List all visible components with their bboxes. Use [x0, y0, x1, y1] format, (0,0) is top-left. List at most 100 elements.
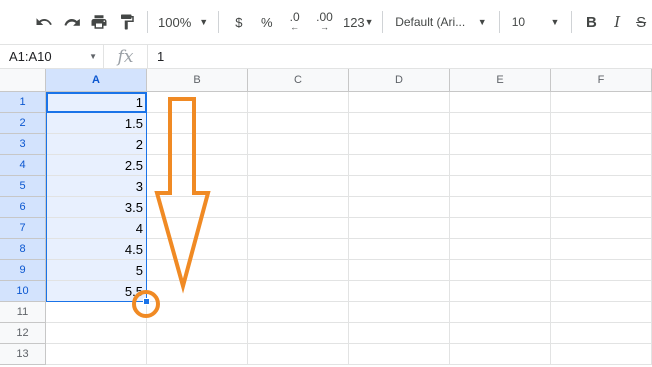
column-header-a[interactable]: A [46, 69, 147, 92]
cell-d2[interactable] [349, 113, 450, 134]
cell-e5[interactable] [450, 176, 551, 197]
decrease-decimal-button[interactable]: .0 ← [281, 8, 309, 36]
font-size-select[interactable]: 10 ▼ [506, 8, 566, 36]
select-all-corner[interactable] [0, 69, 46, 92]
cell-e11[interactable] [450, 302, 551, 323]
cell-f1[interactable] [551, 92, 652, 113]
column-header-f[interactable]: F [551, 69, 652, 92]
cell-e2[interactable] [450, 113, 551, 134]
cell-a13[interactable] [46, 344, 147, 365]
cell-b1[interactable] [147, 92, 248, 113]
row-header-7[interactable]: 7 [0, 218, 46, 239]
cell-a6[interactable]: 3.5 [46, 197, 147, 218]
row-header-1[interactable]: 1 [0, 92, 46, 113]
redo-button[interactable] [58, 8, 86, 36]
cell-d10[interactable] [349, 281, 450, 302]
name-box[interactable]: A1:A10 ▼ [0, 44, 104, 69]
cell-c12[interactable] [248, 323, 349, 344]
cell-e8[interactable] [450, 239, 551, 260]
cell-f7[interactable] [551, 218, 652, 239]
cell-f2[interactable] [551, 113, 652, 134]
column-header-b[interactable]: B [147, 69, 248, 92]
cell-f10[interactable] [551, 281, 652, 302]
cell-b7[interactable] [147, 218, 248, 239]
font-family-select[interactable]: Default (Ari... ▼ [389, 8, 493, 36]
cell-c2[interactable] [248, 113, 349, 134]
column-header-c[interactable]: C [248, 69, 349, 92]
row-header-9[interactable]: 9 [0, 260, 46, 281]
column-header-d[interactable]: D [349, 69, 450, 92]
cell-f5[interactable] [551, 176, 652, 197]
cell-e3[interactable] [450, 134, 551, 155]
cell-c6[interactable] [248, 197, 349, 218]
row-header-13[interactable]: 13 [0, 344, 46, 365]
cell-a12[interactable] [46, 323, 147, 344]
cell-a10[interactable]: 5.5 [46, 281, 147, 302]
bold-button[interactable]: B [578, 8, 604, 36]
cell-d6[interactable] [349, 197, 450, 218]
cell-c5[interactable] [248, 176, 349, 197]
currency-format-button[interactable]: $ [225, 8, 253, 36]
cell-d12[interactable] [349, 323, 450, 344]
cell-c13[interactable] [248, 344, 349, 365]
cell-d13[interactable] [349, 344, 450, 365]
cell-f6[interactable] [551, 197, 652, 218]
cell-b12[interactable] [147, 323, 248, 344]
cell-c10[interactable] [248, 281, 349, 302]
cell-f3[interactable] [551, 134, 652, 155]
cell-a8[interactable]: 4.5 [46, 239, 147, 260]
increase-decimal-button[interactable]: .00 → [309, 8, 341, 36]
cell-c8[interactable] [248, 239, 349, 260]
cell-b6[interactable] [147, 197, 248, 218]
cell-a7[interactable]: 4 [46, 218, 147, 239]
italic-button[interactable]: I [604, 8, 630, 36]
cell-e10[interactable] [450, 281, 551, 302]
row-header-2[interactable]: 2 [0, 113, 46, 134]
zoom-select[interactable]: 100% ▼ [154, 8, 212, 36]
row-header-12[interactable]: 12 [0, 323, 46, 344]
row-header-5[interactable]: 5 [0, 176, 46, 197]
row-header-3[interactable]: 3 [0, 134, 46, 155]
cell-f4[interactable] [551, 155, 652, 176]
cell-b4[interactable] [147, 155, 248, 176]
cell-b8[interactable] [147, 239, 248, 260]
row-header-8[interactable]: 8 [0, 239, 46, 260]
print-button[interactable] [86, 8, 114, 36]
undo-button[interactable] [30, 8, 58, 36]
paint-format-button[interactable] [113, 8, 141, 36]
column-header-e[interactable]: E [450, 69, 551, 92]
row-header-6[interactable]: 6 [0, 197, 46, 218]
fill-handle[interactable] [143, 298, 150, 305]
cell-e12[interactable] [450, 323, 551, 344]
cell-c4[interactable] [248, 155, 349, 176]
cell-e9[interactable] [450, 260, 551, 281]
row-header-11[interactable]: 11 [0, 302, 46, 323]
cell-c7[interactable] [248, 218, 349, 239]
cell-f8[interactable] [551, 239, 652, 260]
cell-f11[interactable] [551, 302, 652, 323]
cell-b2[interactable] [147, 113, 248, 134]
cell-d7[interactable] [349, 218, 450, 239]
cell-b10[interactable] [147, 281, 248, 302]
cell-d1[interactable] [349, 92, 450, 113]
strikethrough-button[interactable]: S [630, 8, 652, 36]
cell-b9[interactable] [147, 260, 248, 281]
cell-b11[interactable] [147, 302, 248, 323]
cell-d5[interactable] [349, 176, 450, 197]
cell-a11[interactable] [46, 302, 147, 323]
cell-f13[interactable] [551, 344, 652, 365]
formula-input[interactable]: 1 [148, 49, 164, 64]
cell-c9[interactable] [248, 260, 349, 281]
cell-a3[interactable]: 2 [46, 134, 147, 155]
more-formats-button[interactable]: 123 ▼ [340, 8, 376, 36]
cell-e6[interactable] [450, 197, 551, 218]
percent-format-button[interactable]: % [253, 8, 281, 36]
cell-d9[interactable] [349, 260, 450, 281]
cell-a5[interactable]: 3 [46, 176, 147, 197]
cell-c3[interactable] [248, 134, 349, 155]
cell-e4[interactable] [450, 155, 551, 176]
cell-e1[interactable] [450, 92, 551, 113]
cell-a2[interactable]: 1.5 [46, 113, 147, 134]
cell-c1[interactable] [248, 92, 349, 113]
cell-f9[interactable] [551, 260, 652, 281]
